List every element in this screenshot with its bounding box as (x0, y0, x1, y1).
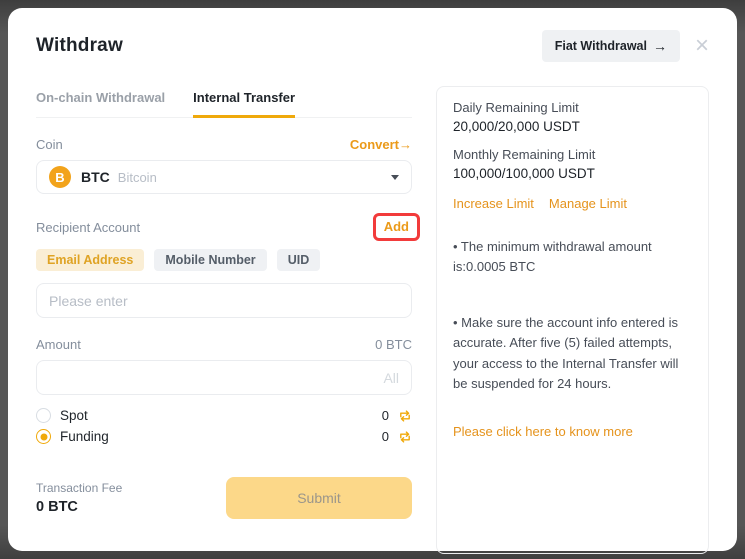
form-footer: Transaction Fee 0 BTC Submit (36, 477, 412, 519)
amount-input[interactable] (36, 360, 412, 395)
modal-header: Withdraw Fiat Withdrawal → × (36, 30, 709, 62)
transaction-fee-value: 0 BTC (36, 499, 122, 515)
close-icon[interactable]: × (695, 37, 709, 55)
amount-label: Amount (36, 337, 81, 352)
funding-balance: 0 (382, 429, 389, 444)
header-actions: Fiat Withdrawal → × (542, 30, 709, 62)
limits-info-panel: Daily Remaining Limit 20,000/20,000 USDT… (436, 86, 709, 554)
fiat-withdrawal-button[interactable]: Fiat Withdrawal → (542, 30, 680, 62)
modal-body: On-chain Withdrawal Internal Transfer Co… (36, 86, 709, 554)
coin-label-row: Coin Convert→ (36, 137, 412, 152)
spot-balance: 0 (382, 408, 389, 423)
monthly-limit-block: Monthly Remaining Limit 100,000/100,000 … (453, 147, 692, 181)
withdraw-form: On-chain Withdrawal Internal Transfer Co… (36, 86, 412, 554)
withdraw-modal: Withdraw Fiat Withdrawal → × On-chain Wi… (8, 8, 737, 551)
add-recipient-link[interactable]: Add (384, 219, 409, 234)
transaction-fee-label: Transaction Fee (36, 481, 122, 495)
spot-account-option[interactable]: Spot 0 (36, 405, 412, 426)
page-title: Withdraw (36, 35, 123, 57)
add-highlight-annotation: Add (373, 213, 420, 241)
submit-button[interactable]: Submit (226, 477, 412, 519)
daily-limit-block: Daily Remaining Limit 20,000/20,000 USDT (453, 100, 692, 134)
convert-link[interactable]: Convert→ (350, 137, 412, 152)
increase-limit-link[interactable]: Increase Limit (453, 196, 534, 211)
monthly-limit-label: Monthly Remaining Limit (453, 147, 692, 162)
method-pill-uid[interactable]: UID (277, 249, 321, 271)
bitcoin-icon: B (49, 166, 71, 188)
withdrawal-type-tabs: On-chain Withdrawal Internal Transfer (36, 86, 412, 118)
method-pill-mobile[interactable]: Mobile Number (154, 249, 266, 271)
daily-limit-label: Daily Remaining Limit (453, 100, 692, 115)
radio-checked-icon[interactable] (36, 429, 51, 444)
recipient-account-label: Recipient Account (36, 220, 140, 235)
daily-limit-value: 20,000/20,000 USDT (453, 119, 692, 134)
account-accuracy-note: • Make sure the account info entered is … (453, 313, 692, 394)
recipient-label-row: Recipient Account Add (36, 213, 412, 241)
radio-unchecked-icon[interactable] (36, 408, 51, 423)
coin-symbol: BTC (81, 169, 110, 185)
arrow-right-icon: → (653, 38, 667, 54)
method-pill-email[interactable]: Email Address (36, 249, 144, 271)
funding-label: Funding (60, 429, 109, 444)
fiat-withdrawal-label: Fiat Withdrawal (555, 39, 647, 53)
tab-internal-transfer[interactable]: Internal Transfer (193, 86, 295, 117)
coin-name: Bitcoin (118, 170, 157, 185)
account-source-options: Spot 0 Funding 0 (36, 405, 412, 447)
tab-onchain-withdrawal[interactable]: On-chain Withdrawal (36, 86, 165, 117)
minimum-withdrawal-note: • The minimum withdrawal amount is:0.000… (453, 237, 692, 277)
amount-available: 0 BTC (375, 337, 412, 352)
know-more-link[interactable]: Please click here to know more (453, 424, 692, 439)
transfer-swap-icon[interactable] (398, 409, 412, 423)
recipient-input[interactable] (36, 283, 412, 318)
chevron-down-icon (391, 175, 399, 180)
recipient-method-pills: Email Address Mobile Number UID (36, 249, 412, 271)
transfer-swap-icon[interactable] (398, 430, 412, 444)
funding-account-option[interactable]: Funding 0 (36, 426, 412, 447)
amount-label-row: Amount 0 BTC (36, 337, 412, 352)
coin-select[interactable]: B BTC Bitcoin (36, 160, 412, 194)
coin-label: Coin (36, 137, 63, 152)
manage-limit-link[interactable]: Manage Limit (549, 196, 627, 211)
fee-block: Transaction Fee 0 BTC (36, 481, 122, 515)
limit-links: Increase Limit Manage Limit (453, 196, 692, 211)
spot-label: Spot (60, 408, 88, 423)
monthly-limit-value: 100,000/100,000 USDT (453, 166, 692, 181)
